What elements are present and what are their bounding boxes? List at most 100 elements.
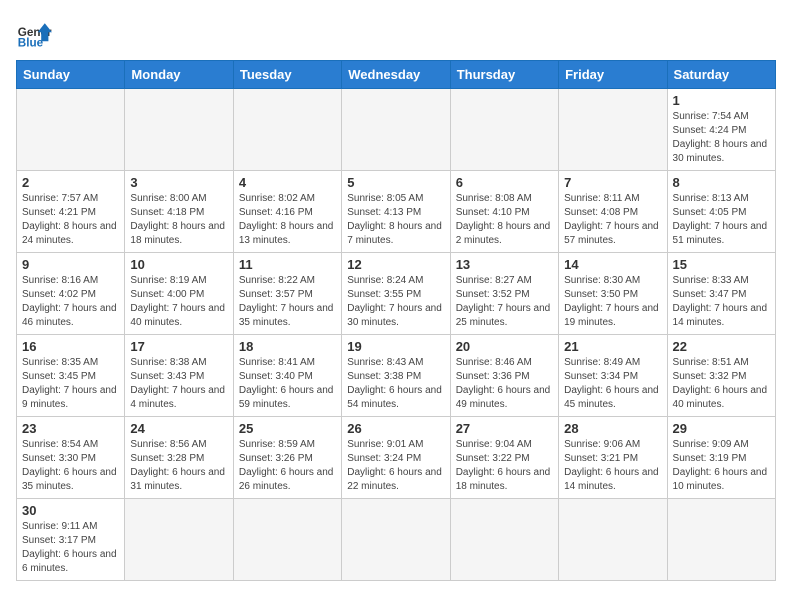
day-number: 30 [22, 503, 119, 518]
day-info: Sunrise: 8:00 AM Sunset: 4:18 PM Dayligh… [130, 192, 227, 248]
day-number: 11 [239, 257, 336, 272]
day-info: Sunrise: 8:02 AM Sunset: 4:16 PM Dayligh… [239, 192, 336, 248]
day-info: Sunrise: 8:30 AM Sunset: 3:50 PM Dayligh… [564, 274, 661, 330]
calendar-cell: 4 Sunrise: 8:02 AM Sunset: 4:16 PM Daylig… [233, 171, 341, 253]
calendar-cell: 16Sunrise: 8:35 AM Sunset: 3:45 PM Dayli… [17, 335, 125, 417]
day-info: Sunrise: 8:59 AM Sunset: 3:26 PM Dayligh… [239, 438, 336, 494]
calendar-cell: 23 Sunrise: 8:54 AM Sunset: 3:30 PM Dayli… [17, 417, 125, 499]
calendar-cell: 29 Sunrise: 9:09 AM Sunset: 3:19 PM Dayli… [667, 417, 775, 499]
weekday-header-sunday: Sunday [17, 61, 125, 89]
day-number: 1 [673, 93, 770, 108]
calendar-cell: 2 Sunrise: 7:57 AM Sunset: 4:21 PM Daylig… [17, 171, 125, 253]
day-number: 7 [564, 175, 661, 190]
day-info: Sunrise: 7:57 AM Sunset: 4:21 PM Dayligh… [22, 192, 119, 248]
day-info: Sunrise: 8:43 AM Sunset: 3:38 PM Dayligh… [347, 356, 444, 412]
day-number: 8 [673, 175, 770, 190]
day-info: Sunrise: 8:08 AM Sunset: 4:10 PM Dayligh… [456, 192, 553, 248]
day-info: Sunrise: 8:35 AM Sunset: 3:45 PM Dayligh… [22, 356, 119, 412]
calendar-week-6: 30 Sunrise: 9:11 AM Sunset: 3:17 PM Dayli… [17, 499, 776, 581]
day-number: 6 [456, 175, 553, 190]
calendar-week-2: 2 Sunrise: 7:57 AM Sunset: 4:21 PM Daylig… [17, 171, 776, 253]
calendar-cell [559, 89, 667, 171]
weekday-header-friday: Friday [559, 61, 667, 89]
day-number: 24 [130, 421, 227, 436]
day-info: Sunrise: 8:41 AM Sunset: 3:40 PM Dayligh… [239, 356, 336, 412]
calendar-cell: 17Sunrise: 8:38 AM Sunset: 3:43 PM Dayli… [125, 335, 233, 417]
day-info: Sunrise: 8:54 AM Sunset: 3:30 PM Dayligh… [22, 438, 119, 494]
day-info: Sunrise: 9:11 AM Sunset: 3:17 PM Dayligh… [22, 520, 119, 576]
calendar-cell: 20Sunrise: 8:46 AM Sunset: 3:36 PM Dayli… [450, 335, 558, 417]
calendar-cell [17, 89, 125, 171]
day-number: 9 [22, 257, 119, 272]
day-number: 23 [22, 421, 119, 436]
calendar-cell: 5 Sunrise: 8:05 AM Sunset: 4:13 PM Daylig… [342, 171, 450, 253]
calendar-cell: 13Sunrise: 8:27 AM Sunset: 3:52 PM Dayli… [450, 253, 558, 335]
calendar-cell: 12Sunrise: 8:24 AM Sunset: 3:55 PM Dayli… [342, 253, 450, 335]
day-number: 27 [456, 421, 553, 436]
calendar-cell: 9 Sunrise: 8:16 AM Sunset: 4:02 PM Daylig… [17, 253, 125, 335]
calendar-cell: 15Sunrise: 8:33 AM Sunset: 3:47 PM Dayli… [667, 253, 775, 335]
calendar-cell [342, 499, 450, 581]
day-info: Sunrise: 8:27 AM Sunset: 3:52 PM Dayligh… [456, 274, 553, 330]
calendar-cell: 10 Sunrise: 8:19 AM Sunset: 4:00 PM Dayli… [125, 253, 233, 335]
calendar-cell [342, 89, 450, 171]
calendar-cell [667, 499, 775, 581]
calendar-week-4: 16Sunrise: 8:35 AM Sunset: 3:45 PM Dayli… [17, 335, 776, 417]
logo-icon: General Blue [16, 16, 52, 52]
day-number: 2 [22, 175, 119, 190]
day-number: 26 [347, 421, 444, 436]
calendar-cell [450, 499, 558, 581]
calendar-cell: 25 Sunrise: 8:59 AM Sunset: 3:26 PM Dayli… [233, 417, 341, 499]
day-number: 29 [673, 421, 770, 436]
day-info: Sunrise: 8:05 AM Sunset: 4:13 PM Dayligh… [347, 192, 444, 248]
calendar-cell [450, 89, 558, 171]
day-number: 25 [239, 421, 336, 436]
day-number: 10 [130, 257, 227, 272]
weekday-header-thursday: Thursday [450, 61, 558, 89]
calendar-cell: 1 Sunrise: 7:54 AM Sunset: 4:24 PM Daylig… [667, 89, 775, 171]
day-number: 22 [673, 339, 770, 354]
calendar-cell: 18 Sunrise: 8:41 AM Sunset: 3:40 PM Dayli… [233, 335, 341, 417]
calendar-cell: 30 Sunrise: 9:11 AM Sunset: 3:17 PM Dayli… [17, 499, 125, 581]
day-number: 28 [564, 421, 661, 436]
day-number: 14 [564, 257, 661, 272]
calendar-cell: 11 Sunrise: 8:22 AM Sunset: 3:57 PM Dayli… [233, 253, 341, 335]
calendar-cell [233, 499, 341, 581]
calendar-cell [559, 499, 667, 581]
day-info: Sunrise: 9:04 AM Sunset: 3:22 PM Dayligh… [456, 438, 553, 494]
calendar-cell [125, 499, 233, 581]
calendar-cell: 22 Sunrise: 8:51 AM Sunset: 3:32 PM Dayli… [667, 335, 775, 417]
day-number: 4 [239, 175, 336, 190]
day-info: Sunrise: 8:16 AM Sunset: 4:02 PM Dayligh… [22, 274, 119, 330]
day-info: Sunrise: 8:51 AM Sunset: 3:32 PM Dayligh… [673, 356, 770, 412]
day-info: Sunrise: 8:38 AM Sunset: 3:43 PM Dayligh… [130, 356, 227, 412]
day-number: 5 [347, 175, 444, 190]
day-info: Sunrise: 8:19 AM Sunset: 4:00 PM Dayligh… [130, 274, 227, 330]
calendar-week-1: 1 Sunrise: 7:54 AM Sunset: 4:24 PM Daylig… [17, 89, 776, 171]
day-info: Sunrise: 8:24 AM Sunset: 3:55 PM Dayligh… [347, 274, 444, 330]
calendar-cell: 6 Sunrise: 8:08 AM Sunset: 4:10 PM Daylig… [450, 171, 558, 253]
weekday-header-monday: Monday [125, 61, 233, 89]
day-number: 19 [347, 339, 444, 354]
weekday-header-saturday: Saturday [667, 61, 775, 89]
calendar-cell: 24 Sunrise: 8:56 AM Sunset: 3:28 PM Dayli… [125, 417, 233, 499]
weekday-header-wednesday: Wednesday [342, 61, 450, 89]
day-number: 21 [564, 339, 661, 354]
day-info: Sunrise: 9:09 AM Sunset: 3:19 PM Dayligh… [673, 438, 770, 494]
day-number: 3 [130, 175, 227, 190]
weekday-header-row: SundayMondayTuesdayWednesdayThursdayFrid… [17, 61, 776, 89]
calendar-week-3: 9 Sunrise: 8:16 AM Sunset: 4:02 PM Daylig… [17, 253, 776, 335]
calendar-cell: 14 Sunrise: 8:30 AM Sunset: 3:50 PM Dayli… [559, 253, 667, 335]
day-number: 15 [673, 257, 770, 272]
day-number: 18 [239, 339, 336, 354]
day-info: Sunrise: 7:54 AM Sunset: 4:24 PM Dayligh… [673, 110, 770, 166]
calendar-cell [233, 89, 341, 171]
day-info: Sunrise: 9:01 AM Sunset: 3:24 PM Dayligh… [347, 438, 444, 494]
calendar-cell: 28Sunrise: 9:06 AM Sunset: 3:21 PM Dayli… [559, 417, 667, 499]
day-info: Sunrise: 8:22 AM Sunset: 3:57 PM Dayligh… [239, 274, 336, 330]
calendar-cell: 27 Sunrise: 9:04 AM Sunset: 3:22 PM Dayli… [450, 417, 558, 499]
calendar-cell: 8Sunrise: 8:13 AM Sunset: 4:05 PM Daylig… [667, 171, 775, 253]
day-info: Sunrise: 8:56 AM Sunset: 3:28 PM Dayligh… [130, 438, 227, 494]
weekday-header-tuesday: Tuesday [233, 61, 341, 89]
calendar-cell: 26 Sunrise: 9:01 AM Sunset: 3:24 PM Dayli… [342, 417, 450, 499]
